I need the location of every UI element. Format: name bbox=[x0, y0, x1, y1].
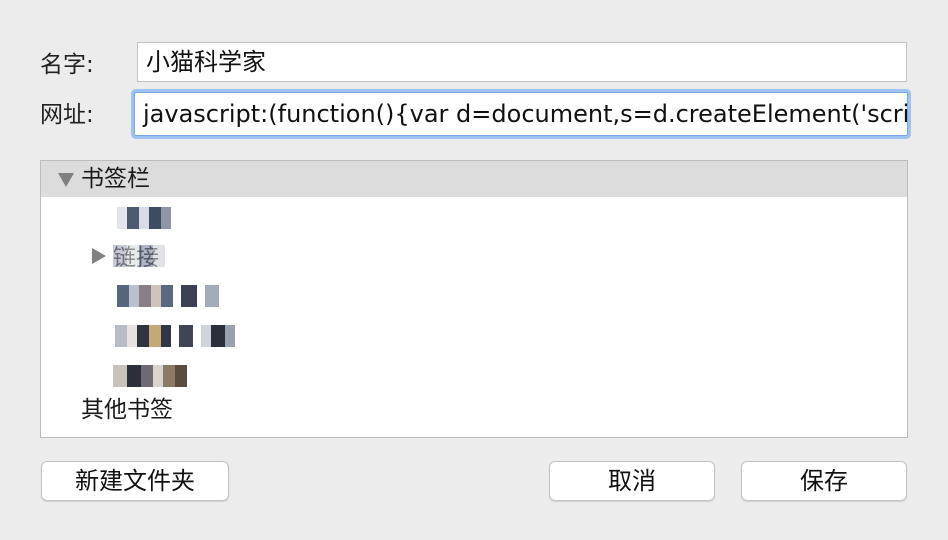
tree-row-other-bookmarks[interactable]: 其他书签 bbox=[81, 393, 173, 427]
disclosure-expanded-icon[interactable] bbox=[58, 173, 74, 187]
redacted-bookmark-folder[interactable] bbox=[113, 245, 165, 267]
tree-row-bookmarks-bar[interactable]: 书签栏 bbox=[41, 161, 907, 197]
url-input[interactable]: javascript:(function(){var d=document,s=… bbox=[134, 92, 908, 136]
new-folder-button[interactable]: 新建文件夹 bbox=[41, 461, 229, 501]
redacted-bookmark-item[interactable] bbox=[117, 207, 171, 229]
redacted-bookmark-item[interactable] bbox=[115, 325, 235, 347]
redacted-bookmark-item[interactable] bbox=[117, 285, 219, 307]
url-label: 网址: bbox=[40, 102, 94, 128]
name-input[interactable]: 小猫科学家 bbox=[137, 42, 907, 82]
save-button[interactable]: 保存 bbox=[741, 461, 907, 501]
disclosure-collapsed-icon[interactable] bbox=[92, 248, 106, 264]
redacted-bookmark-item[interactable] bbox=[113, 365, 187, 387]
bookmark-folder-tree[interactable]: 书签栏 链接 bbox=[40, 160, 908, 438]
tree-row-label: 书签栏 bbox=[81, 166, 150, 192]
cancel-button[interactable]: 取消 bbox=[549, 461, 715, 501]
name-label: 名字: bbox=[40, 52, 94, 78]
